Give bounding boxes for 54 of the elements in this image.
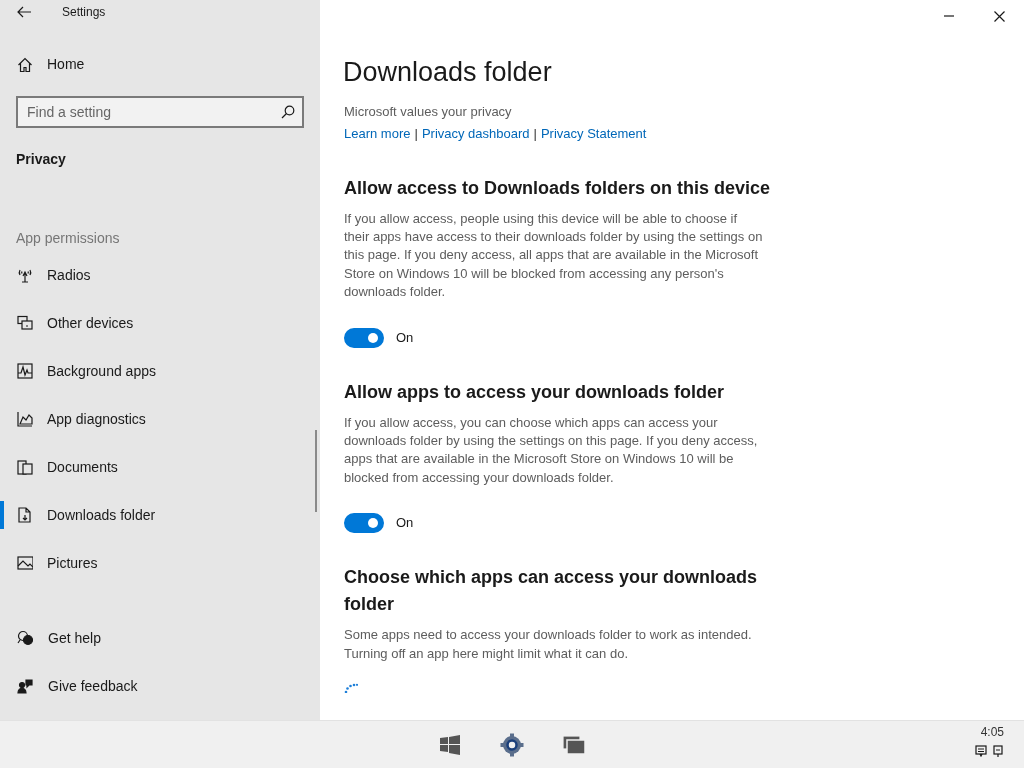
windows-logo-icon bbox=[440, 734, 460, 755]
section-heading: Choose which apps can access your downloads folder bbox=[343, 566, 759, 617]
toggle-label: On bbox=[396, 328, 414, 347]
network-icon bbox=[992, 745, 1004, 757]
nav-item[interactable]: Background apps bbox=[0, 357, 320, 385]
back-arrow-icon bbox=[16, 6, 32, 18]
group-label: App permissions bbox=[15, 229, 121, 248]
nav-item[interactable]: App diagnostics bbox=[0, 405, 320, 433]
windows-stack-icon bbox=[563, 735, 585, 754]
nav-item[interactable]: Documents bbox=[0, 453, 320, 481]
section-heading: Allow apps to access your downloads folder bbox=[343, 380, 726, 404]
nav-item[interactable]: Other devices bbox=[0, 309, 320, 337]
nav-item[interactable]: Pictures bbox=[0, 549, 320, 577]
search-icon bbox=[281, 105, 295, 119]
window-title: Settings bbox=[62, 4, 106, 21]
link-separator: | bbox=[414, 125, 418, 143]
scrollbar-thumb[interactable] bbox=[315, 430, 317, 512]
download-file-icon bbox=[17, 507, 33, 523]
privacy-link[interactable]: Learn more bbox=[344, 124, 411, 144]
close-icon bbox=[993, 10, 1005, 22]
area-chart-icon bbox=[17, 411, 33, 427]
page-title: Downloads folder bbox=[343, 56, 553, 89]
nav-item[interactable]: Give feedback bbox=[0, 672, 320, 700]
selection-indicator bbox=[0, 501, 4, 529]
nav-item[interactable]: Get help bbox=[0, 624, 320, 652]
link-separator: | bbox=[533, 125, 537, 143]
privacy-link[interactable]: Privacy dashboard bbox=[421, 124, 530, 144]
clock-text: 4:05 bbox=[980, 725, 1004, 739]
home-icon bbox=[17, 56, 33, 73]
section-heading: Allow access to Downloads folders on this device bbox=[343, 176, 772, 200]
nav-item[interactable]: Downloads folder bbox=[0, 501, 320, 529]
privacy-note: Microsoft values your privacy bbox=[343, 103, 513, 121]
picture-icon bbox=[17, 555, 33, 571]
back-button[interactable] bbox=[16, 4, 32, 20]
privacy-link[interactable]: Privacy Statement bbox=[540, 124, 647, 144]
settings-icon bbox=[500, 732, 524, 757]
help-chat-icon bbox=[17, 630, 33, 646]
documents-icon bbox=[17, 459, 33, 475]
minimize-icon bbox=[944, 15, 954, 17]
activity-chart-icon bbox=[17, 363, 33, 379]
section-description: If you allow access, people using this device will be able to choose if their apps have access to their downloads folder by using the settings on this page. If you deny access, all apps that are available in the Microsoft Store on Windows 10 will be blocked from accessing any person's downloads folder. bbox=[343, 209, 763, 302]
toggle-label: On bbox=[396, 514, 414, 533]
search-field[interactable]: Find a setting bbox=[16, 96, 304, 128]
home-nav-item[interactable]: Home bbox=[0, 54, 320, 75]
radio-tower-icon bbox=[17, 267, 33, 283]
section-title: Privacy bbox=[15, 150, 67, 169]
toggle-switch[interactable] bbox=[344, 513, 384, 534]
section-description: Some apps need to access your downloads folder to work as intended. Turning off an app here might limit what it can do. bbox=[343, 626, 753, 663]
feedback-person-icon bbox=[17, 678, 33, 694]
section-description: If you allow access, you can choose which apps can access your downloads folder by using the settings on this page. If you deny access, apps that are available in the Microsoft Store on Windows 10 will be blocked from accessing your downloads folder. bbox=[343, 413, 759, 487]
devices-icon bbox=[17, 315, 33, 331]
toggle-switch[interactable] bbox=[344, 327, 384, 348]
nav-item[interactable]: Radios bbox=[0, 261, 320, 289]
notification-icon bbox=[975, 745, 987, 757]
